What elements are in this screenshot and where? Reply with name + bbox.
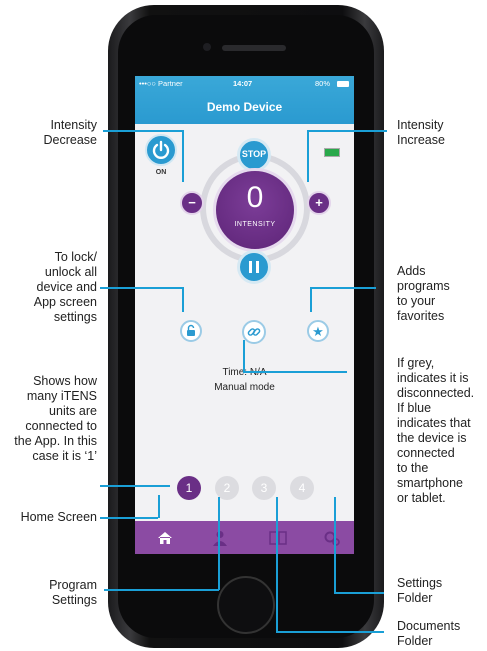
book-icon[interactable] bbox=[269, 531, 287, 545]
callout-line bbox=[243, 340, 245, 372]
clock-text: 14:07 bbox=[233, 79, 253, 88]
intensity-increase-button[interactable]: + bbox=[307, 191, 331, 215]
carrier-text: •••○○ Partner bbox=[139, 79, 183, 88]
callout-line bbox=[334, 592, 384, 594]
annotation-favorites: Adds programs to your favorites bbox=[397, 264, 450, 323]
callout-line bbox=[307, 130, 387, 132]
callout-line bbox=[182, 287, 184, 312]
annotation-settings: Settings Folder bbox=[397, 576, 443, 605]
callout-line bbox=[158, 495, 160, 518]
intensity-label: INTENSITY bbox=[234, 221, 276, 228]
link-icon bbox=[247, 328, 261, 336]
power-icon bbox=[152, 140, 170, 159]
annotation-home: Home Screen bbox=[20, 510, 97, 524]
unit-4-button[interactable]: 4 bbox=[290, 476, 314, 500]
callout-line bbox=[276, 497, 278, 632]
phone-battery-icon bbox=[337, 81, 349, 87]
callout-line bbox=[334, 497, 336, 593]
annotation-lock: To lock/ unlock all device and App scree… bbox=[33, 250, 97, 324]
star-icon: ★ bbox=[312, 324, 324, 339]
callout-line bbox=[100, 485, 170, 487]
intensity-decrease-button[interactable]: − bbox=[180, 191, 204, 215]
speaker-grille bbox=[222, 45, 286, 51]
phone-frame: •••○○ Partner 14:07 80% Demo Device ON S… bbox=[108, 5, 384, 648]
device-battery-icon bbox=[324, 148, 340, 157]
callout-line bbox=[218, 497, 220, 590]
time-text: Time: N/A bbox=[222, 367, 267, 378]
page-title: Demo Device bbox=[206, 100, 283, 114]
annotation-documents: Documents Folder bbox=[397, 619, 461, 648]
unit-number: 1 bbox=[185, 481, 193, 495]
callout-line bbox=[100, 517, 158, 519]
intensity-value: 0 bbox=[246, 181, 264, 214]
unit-number: 4 bbox=[298, 481, 306, 495]
annotation-connection: If grey, indicates it is disconnected. I… bbox=[397, 356, 475, 505]
home-icon[interactable] bbox=[157, 531, 173, 545]
pause-icon bbox=[249, 261, 252, 273]
mode-text: Manual mode bbox=[214, 382, 275, 393]
minus-icon: − bbox=[188, 195, 196, 210]
callout-line bbox=[276, 631, 384, 633]
callout-line bbox=[182, 130, 184, 182]
plus-icon: + bbox=[315, 195, 323, 210]
callout-line bbox=[307, 130, 309, 182]
callout-line bbox=[104, 589, 219, 591]
callout-line bbox=[243, 371, 347, 373]
power-state-label: ON bbox=[155, 169, 167, 176]
annotation-program: Program Settings bbox=[49, 578, 97, 607]
user-icon[interactable] bbox=[213, 530, 227, 546]
annotation-units: Shows how many iTENS units are connected… bbox=[14, 374, 97, 463]
stop-label: STOP bbox=[241, 149, 267, 159]
connection-status-button[interactable] bbox=[242, 320, 266, 344]
unit-3-button[interactable]: 3 bbox=[252, 476, 276, 500]
unit-1-button[interactable]: 1 bbox=[177, 476, 201, 500]
annotation-intensity-decrease: Intensity Decrease bbox=[43, 118, 98, 147]
stop-button[interactable]: STOP bbox=[237, 138, 271, 172]
power-button[interactable] bbox=[145, 134, 177, 166]
battery-text: 80% bbox=[315, 79, 331, 88]
annotation-intensity-increase: Intensity Increase bbox=[397, 118, 445, 147]
pause-icon-bar bbox=[256, 261, 259, 273]
favorite-button[interactable]: ★ bbox=[307, 320, 329, 342]
callout-line bbox=[310, 287, 376, 289]
camera-icon bbox=[203, 43, 211, 51]
unit-number: 2 bbox=[223, 481, 231, 495]
callout-line bbox=[100, 287, 182, 289]
pause-button[interactable] bbox=[237, 250, 271, 284]
lock-icon bbox=[187, 324, 195, 336]
home-hardware-button[interactable] bbox=[217, 576, 275, 634]
callout-line bbox=[310, 287, 312, 312]
intensity-display: 0 INTENSITY bbox=[213, 168, 297, 252]
app-header: •••○○ Partner 14:07 80% Demo Device bbox=[135, 76, 354, 124]
callout-line bbox=[103, 130, 183, 132]
tab-bar bbox=[135, 521, 354, 554]
app-screen: •••○○ Partner 14:07 80% Demo Device ON S… bbox=[135, 76, 354, 554]
lock-button[interactable] bbox=[180, 320, 202, 342]
gears-icon[interactable] bbox=[323, 530, 341, 546]
unit-number: 3 bbox=[260, 481, 268, 495]
